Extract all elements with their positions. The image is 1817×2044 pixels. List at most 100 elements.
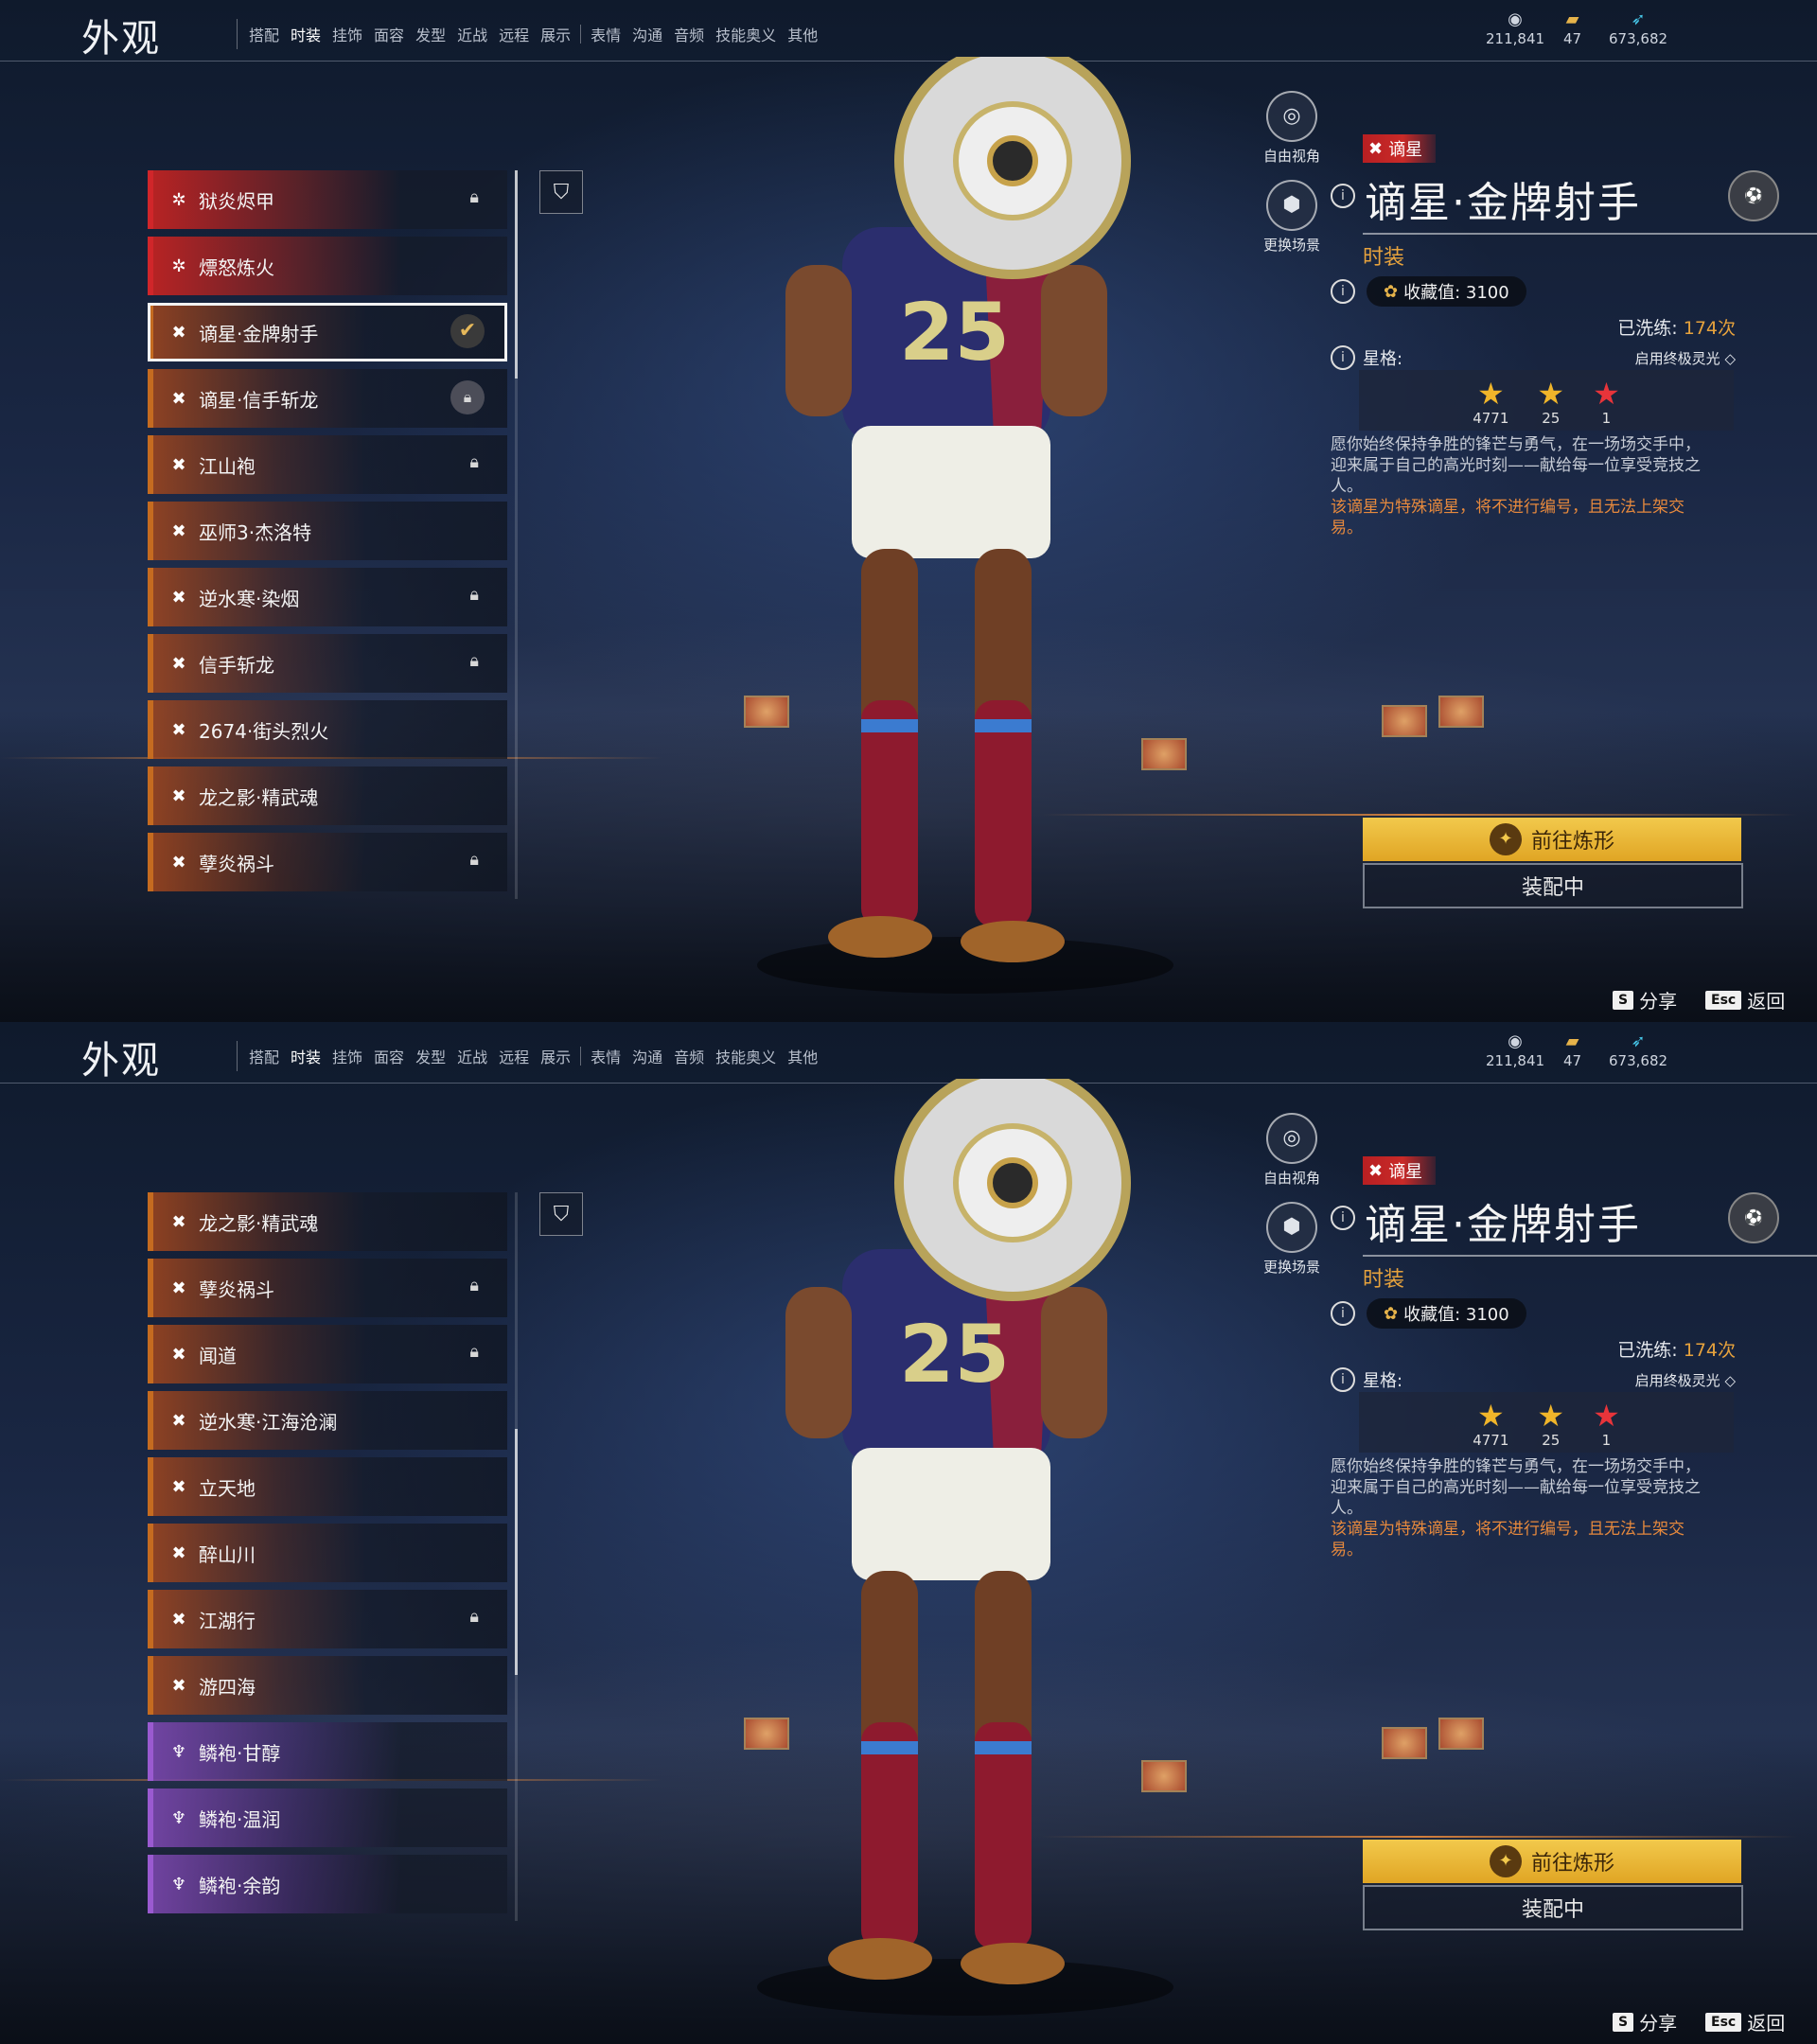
tab-tabs-2[interactable]: 挂饰 <box>326 19 368 49</box>
change-scene-button[interactable]: ⬢ 更换场景 <box>1259 180 1325 255</box>
outfit-list-item[interactable]: ✖ 江湖行 🔒︎ <box>148 1590 507 1648</box>
tab-tabs2-0[interactable]: 表情 <box>585 1041 626 1071</box>
outfit-list-item[interactable]: ♆ 鳞袍·甘醇 <box>148 1722 507 1781</box>
outfit-list-item-label: 熛怒炼火 <box>199 256 274 279</box>
collect-icon: ✿ <box>1384 1303 1399 1324</box>
rank-badge: ✖ 谪星 <box>1363 134 1794 163</box>
tab-tabs2-3[interactable]: 技能奥义 <box>710 1041 782 1071</box>
outfit-list-item[interactable]: ✲ 狱炎烬甲 🔒︎ <box>148 170 507 229</box>
change-scene-button[interactable]: ⬢ 更换场景 <box>1259 1202 1325 1277</box>
free-view-button[interactable]: ◎ 自由视角 <box>1259 1113 1325 1188</box>
rank-icon: ✖ <box>1368 1160 1384 1181</box>
outfit-list-item[interactable]: ✖ 巫师3·杰洛特 <box>148 502 507 560</box>
outfit-list-item[interactable]: ✖ 2674·街头烈火 <box>148 700 507 759</box>
outfit-list-item[interactable]: ✖ 闻道 🔒︎ <box>148 1325 507 1383</box>
lock-icon: 🔒︎ <box>469 1342 479 1362</box>
tab-tabs-0[interactable]: 搭配 <box>243 19 285 49</box>
tab-tabs-2[interactable]: 挂饰 <box>326 1041 368 1071</box>
star-count: 25 <box>1542 1432 1561 1449</box>
medal-icon: ⚽ <box>1728 1192 1779 1243</box>
outfit-list-item-label: 醉山川 <box>199 1542 256 1566</box>
outfit-list-item[interactable]: ✖ 谪星·信手斩龙 🔒︎ <box>148 369 507 428</box>
outfit-list-item[interactable]: ✖ 醉山川 <box>148 1524 507 1582</box>
tab-tabs-5[interactable]: 近战 <box>451 1041 493 1071</box>
item-name: 谪星·金牌射手 <box>1365 179 1641 227</box>
outfit-list-item[interactable]: ✖ 龙之影·精武魂 <box>148 1192 507 1251</box>
tab-tabs2-3[interactable]: 技能奥义 <box>710 19 782 49</box>
list-scroll-thumb[interactable] <box>515 170 518 379</box>
free-view-button[interactable]: ◎ 自由视角 <box>1259 91 1325 166</box>
tab-tabs-6[interactable]: 远程 <box>493 19 535 49</box>
list-scroll-thumb[interactable] <box>515 1429 518 1675</box>
outfit-list-item[interactable]: ✖ 逆水寒·染烟 🔒︎ <box>148 568 507 626</box>
info-icon[interactable]: i <box>1331 345 1355 370</box>
tab-tabs-7[interactable]: 展示 <box>535 19 576 49</box>
outfit-list-item[interactable]: ✲ 熛怒炼火 <box>148 237 507 295</box>
outfit-list-item[interactable]: ✖ 逆水寒·江海沧澜 <box>148 1391 507 1450</box>
share-hint[interactable]: S 分享 <box>1613 2008 1677 2035</box>
tab-tabs-4[interactable]: 发型 <box>410 19 451 49</box>
outfit-list-item[interactable]: ✖ 立天地 <box>148 1457 507 1516</box>
info-icon[interactable]: i <box>1331 1206 1355 1230</box>
outfit-list-item[interactable]: ✖ 江山袍 🔒︎ <box>148 435 507 494</box>
ultimate-toggle[interactable]: 启用终极灵光 ◇ <box>1635 348 1736 368</box>
outfit-list-item[interactable]: ✖ 游四海 <box>148 1656 507 1715</box>
item-name: 谪星·金牌射手 <box>1365 1201 1641 1249</box>
tab-tabs-0[interactable]: 搭配 <box>243 1041 285 1071</box>
tab-tabs-3[interactable]: 面容 <box>368 1041 410 1071</box>
info-icon[interactable]: i <box>1331 1367 1355 1392</box>
outfit-list-item[interactable]: ✖ 谪星·金牌射手 ✔ <box>148 303 507 361</box>
orange-rarity-icon: ✖ <box>171 1344 186 1365</box>
outfit-list-item[interactable]: ✖ 孽炎祸斗 🔒︎ <box>148 1259 507 1317</box>
star-count: 4771 <box>1473 410 1509 427</box>
equipped-button[interactable]: 装配中 <box>1363 863 1743 908</box>
tab-tabs2-1[interactable]: 沟通 <box>626 1041 668 1071</box>
share-hint[interactable]: S 分享 <box>1613 986 1677 1013</box>
info-icon[interactable]: i <box>1331 1301 1355 1326</box>
tab-tabs-5[interactable]: 近战 <box>451 19 493 49</box>
outfit-list-item-label: 巫师3·杰洛特 <box>199 520 312 544</box>
star-count: 1 <box>1601 1432 1612 1449</box>
outfit-list-item-label: 逆水寒·染烟 <box>199 587 300 610</box>
outfit-list-item[interactable]: ♆ 鳞袍·温润 <box>148 1788 507 1847</box>
outfit-list-item-label: 闻道 <box>199 1344 237 1367</box>
back-hint[interactable]: Esc 返回 <box>1705 986 1785 1013</box>
outfit-list[interactable]: ✖ 龙之影·精武魂 ✖ 孽炎祸斗 🔒︎ ✖ 闻道 🔒︎ ✖ 逆水寒·江海沧澜 ✖ 立天地 ✖ 醉山川 ✖ 江湖… <box>148 1192 507 1930</box>
tab-tabs2-4[interactable]: 其他 <box>782 1041 823 1071</box>
tab-tabs-3[interactable]: 面容 <box>368 19 410 49</box>
tab-tabs-4[interactable]: 发型 <box>410 1041 451 1071</box>
filter-button[interactable]: ⛉ <box>539 170 583 214</box>
info-icon[interactable]: i <box>1331 279 1355 304</box>
filter-button[interactable]: ⛉ <box>539 1192 583 1236</box>
tab-tabs-1[interactable]: 时装 <box>283 0 329 59</box>
camera-icon: ◎ <box>1266 1113 1317 1164</box>
back-hint[interactable]: Esc 返回 <box>1705 2008 1785 2035</box>
equipped-button[interactable]: 装配中 <box>1363 1885 1743 1930</box>
tab-tabs2-4[interactable]: 其他 <box>782 19 823 49</box>
star-count: 25 <box>1542 410 1561 427</box>
outfit-list-item[interactable]: ✖ 信手斩龙 🔒︎ <box>148 634 507 693</box>
star-icon: ★ <box>1476 1398 1505 1434</box>
tab-tabs2-2[interactable]: 音频 <box>668 1041 710 1071</box>
refine-button[interactable]: ✦ 前往炼形 <box>1363 1840 1741 1883</box>
red-rarity-icon: ✲ <box>171 256 186 276</box>
medal-icon: ⚽ <box>1728 170 1779 221</box>
outfit-list-item[interactable]: ♆ 鳞袍·余韵 <box>148 1855 507 1913</box>
tab-tabs2-2[interactable]: 音频 <box>668 19 710 49</box>
tab-tabs-7[interactable]: 展示 <box>535 1041 576 1071</box>
tab-tabs2-1[interactable]: 沟通 <box>626 19 668 49</box>
outfit-list-item-label: 谪星·金牌射手 <box>199 322 319 345</box>
info-icon[interactable]: i <box>1331 184 1355 208</box>
outfit-list-item[interactable]: ✖ 孽炎祸斗 🔒︎ <box>148 833 507 891</box>
tab-tabs2-0[interactable]: 表情 <box>585 19 626 49</box>
tab-tabs-1[interactable]: 时装 <box>283 1022 329 1081</box>
ultimate-toggle[interactable]: 启用终极灵光 ◇ <box>1635 1370 1736 1390</box>
outfit-list-item-label: 江湖行 <box>199 1609 256 1632</box>
outfit-list-item[interactable]: ✖ 龙之影·精武魂 <box>148 766 507 825</box>
outfit-list[interactable]: ✲ 狱炎烬甲 🔒︎ ✲ 熛怒炼火 ✖ 谪星·金牌射手 ✔ ✖ 谪星·信手斩龙 🔒︎ ✖ 江山袍 🔒︎ ✖ 巫师… <box>148 170 507 908</box>
star-icon: ★ <box>1593 1398 1620 1434</box>
tab-tabs-6[interactable]: 远程 <box>493 1041 535 1071</box>
check-icon: ✔ <box>450 314 485 348</box>
refine-button[interactable]: ✦ 前往炼形 <box>1363 818 1741 861</box>
star-icon: ★ <box>1537 376 1565 412</box>
